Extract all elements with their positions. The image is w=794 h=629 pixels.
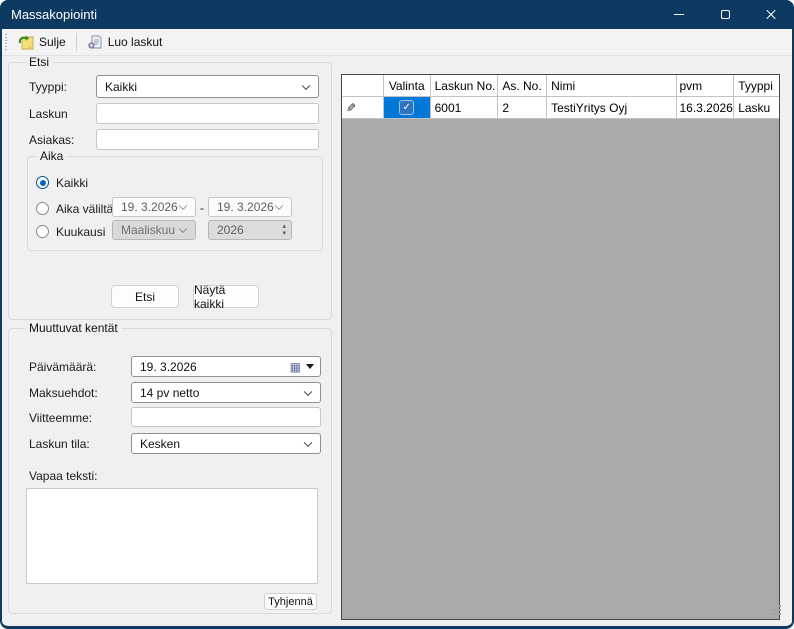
- time-month-label: Kuukausi: [56, 225, 105, 239]
- time-month-radio[interactable]: [36, 225, 49, 238]
- mutable-fields-group-label: Muuttuvat kentät: [25, 321, 122, 335]
- massakopiointi-window: Massakopiointi Sulje: [0, 0, 794, 629]
- cell-customer-no[interactable]: 2: [498, 97, 547, 118]
- header-laskun-no[interactable]: Laskun No.: [431, 75, 499, 96]
- clear-button[interactable]: Tyhjennä: [264, 593, 317, 610]
- invoice-status-combobox[interactable]: Kesken: [131, 433, 321, 454]
- window-controls: [656, 0, 794, 29]
- year-spinner[interactable]: 2026 ▴▾: [208, 220, 292, 240]
- toolbar-separator: [76, 33, 77, 51]
- range-dash: -: [200, 201, 204, 215]
- chevron-down-icon: [304, 387, 312, 395]
- spinner-arrows[interactable]: ▴▾: [282, 223, 286, 237]
- date-picker-value: 19. 3.2026: [140, 360, 197, 374]
- invoice-document-icon: [87, 34, 103, 50]
- payment-terms-value: 14 pv netto: [140, 386, 199, 400]
- date-label: Päivämäärä:: [29, 360, 96, 374]
- invoice-no-input[interactable]: [96, 103, 319, 124]
- time-range-label: Aika väliltä: [56, 202, 113, 216]
- clear-button-label: Tyhjennä: [268, 596, 313, 608]
- search-button[interactable]: Etsi: [111, 285, 179, 308]
- calendar-icon: ▦: [290, 362, 301, 372]
- header-valinta[interactable]: Valinta: [384, 75, 431, 96]
- chevron-down-icon: [179, 225, 187, 233]
- time-group-label: Aika: [36, 149, 67, 163]
- header-nimi[interactable]: Nimi: [547, 75, 677, 96]
- range-from-value: 19. 3.2026: [121, 200, 178, 214]
- toolbar: Sulje Luo laskut: [2, 29, 792, 56]
- grid-header-row: Valinta Laskun No. As. No. Nimi pvm Tyyp…: [342, 75, 779, 97]
- search-group-label: Etsi: [25, 55, 53, 69]
- close-icon: [765, 9, 777, 21]
- year-spinner-value: 2026: [217, 223, 244, 237]
- customer-label: Asiakas:: [29, 133, 74, 147]
- grid-data-row[interactable]: ✎ ✓ 6001 2 TestiYritys Oyj 16.3.2026 Las…: [342, 97, 779, 119]
- window-resize-grip[interactable]: [779, 613, 781, 615]
- sulje-label: Sulje: [39, 35, 66, 49]
- dropdown-arrow-icon: [306, 364, 314, 369]
- toolbar-grip-handle[interactable]: [5, 34, 7, 50]
- reference-input[interactable]: [131, 407, 321, 427]
- cell-date[interactable]: 16.3.2026: [677, 97, 734, 118]
- search-group: Etsi Tyyppi: Kaikki Laskun Asiakas: Aika…: [8, 62, 332, 320]
- close-button[interactable]: [748, 0, 794, 29]
- range-to-value: 19. 3.2026: [217, 200, 274, 214]
- sulje-button[interactable]: Sulje: [12, 32, 72, 52]
- maximize-button[interactable]: [702, 0, 748, 29]
- month-combobox[interactable]: Maaliskuu: [112, 220, 196, 240]
- search-button-label: Etsi: [135, 290, 155, 304]
- window-title: Massakopiointi: [0, 7, 97, 22]
- row-edit-indicator[interactable]: ✎: [342, 97, 384, 118]
- time-group: Aika Kaikki Aika väliltä 19. 3.2026 - 19…: [27, 156, 323, 251]
- exit-note-icon: [18, 34, 34, 50]
- range-to-datepicker[interactable]: 19. 3.2026: [208, 197, 292, 217]
- date-picker[interactable]: 19. 3.2026 ▦: [131, 356, 321, 377]
- edit-pencil-icon: ✎: [346, 101, 356, 115]
- cell-name[interactable]: TestiYritys Oyj: [547, 97, 677, 118]
- customer-input[interactable]: [96, 129, 319, 150]
- date-picker-icons: ▦: [290, 362, 314, 372]
- type-label: Tyyppi:: [29, 80, 67, 94]
- chevron-down-icon: [275, 202, 283, 210]
- chevron-down-icon: [302, 81, 310, 89]
- show-all-button-label: Näytä kaikki: [194, 283, 258, 311]
- invoice-status-label: Laskun tila:: [29, 437, 90, 451]
- invoice-no-label: Laskun: [29, 107, 68, 121]
- spinner-down-icon[interactable]: ▾: [282, 230, 286, 237]
- reference-label: Viitteemme:: [29, 411, 92, 425]
- luo-laskut-label: Luo laskut: [108, 35, 163, 49]
- maximize-icon: [721, 10, 730, 19]
- free-text-label: Vapaa teksti:: [29, 469, 97, 483]
- titlebar: Massakopiointi: [0, 0, 794, 29]
- header-tyyppi[interactable]: Tyyppi: [734, 75, 779, 96]
- show-all-button[interactable]: Näytä kaikki: [193, 285, 259, 308]
- payment-terms-combobox[interactable]: 14 pv netto: [131, 382, 321, 403]
- header-row-selector[interactable]: [342, 75, 384, 96]
- selection-checkbox-cell[interactable]: ✓: [384, 97, 431, 118]
- checkbox-checked-icon[interactable]: ✓: [399, 100, 414, 115]
- cell-invoice-no[interactable]: 6001: [431, 97, 499, 118]
- time-range-radio[interactable]: [36, 202, 49, 215]
- spinner-up-icon[interactable]: ▴: [282, 223, 286, 230]
- free-text-textarea[interactable]: [26, 488, 318, 584]
- range-from-datepicker[interactable]: 19. 3.2026: [112, 197, 196, 217]
- chevron-down-icon: [304, 438, 312, 446]
- header-as-no[interactable]: As. No.: [498, 75, 547, 96]
- time-all-label: Kaikki: [56, 176, 88, 190]
- month-combobox-value: Maaliskuu: [121, 223, 175, 237]
- time-all-radio[interactable]: [36, 176, 49, 189]
- type-combobox[interactable]: Kaikki: [96, 75, 319, 98]
- minimize-icon: [674, 14, 684, 15]
- minimize-button[interactable]: [656, 0, 702, 29]
- invoice-grid: Valinta Laskun No. As. No. Nimi pvm Tyyp…: [341, 74, 780, 620]
- header-pvm[interactable]: pvm: [677, 75, 734, 96]
- chevron-down-icon: [179, 202, 187, 210]
- mutable-fields-group: Muuttuvat kentät Päivämäärä: 19. 3.2026 …: [8, 328, 332, 614]
- type-combobox-value: Kaikki: [105, 80, 137, 94]
- payment-terms-label: Maksuehdot:: [29, 386, 98, 400]
- luo-laskut-button[interactable]: Luo laskut: [81, 32, 169, 52]
- invoice-status-value: Kesken: [140, 437, 180, 451]
- cell-type[interactable]: Lasku: [734, 97, 779, 118]
